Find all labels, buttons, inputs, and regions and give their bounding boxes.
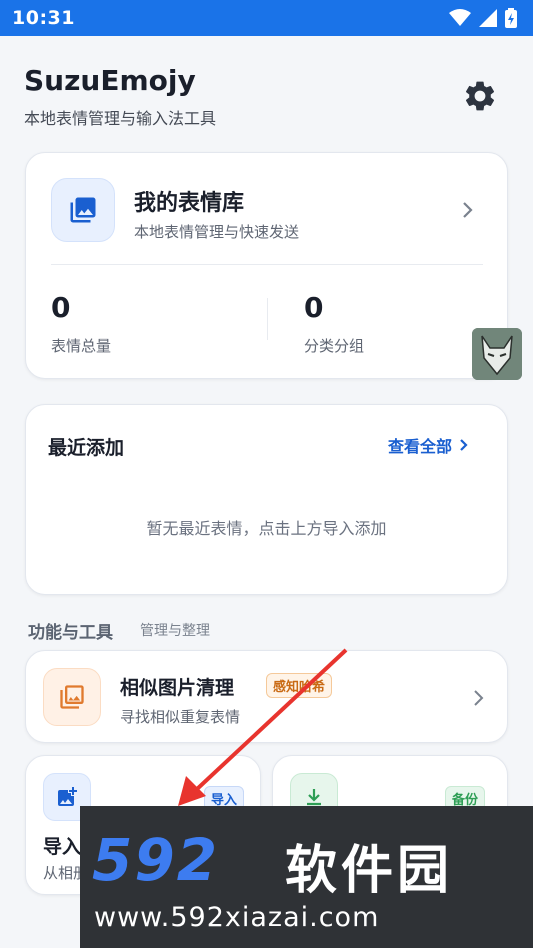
watermark-url: www.592xiazai.com: [94, 902, 380, 933]
status-icons: [449, 8, 517, 28]
library-subtitle: 本地表情管理与快速发送: [134, 223, 300, 241]
settings-button[interactable]: [462, 78, 498, 114]
stat-emoji-label: 表情总量: [51, 337, 112, 355]
recent-title: 最近添加: [48, 437, 125, 459]
stat-group-count: 0: [304, 291, 324, 324]
status-bar: 10:31: [0, 0, 533, 36]
library-card[interactable]: 我的表情库 本地表情管理与快速发送 0 表情总量 0 分类分组: [25, 152, 508, 379]
similar-clean-card[interactable]: 相似图片清理 感知哈希 寻找相似重复表情: [25, 650, 508, 743]
stat-emoji-count: 0: [51, 291, 71, 324]
app-header: SuzuEmojy 本地表情管理与输入法工具: [24, 64, 216, 129]
tools-section-subtitle: 管理与整理: [140, 623, 210, 639]
similar-title: 相似图片清理: [120, 677, 235, 699]
chevron-right-icon: [463, 202, 473, 218]
recent-card: 最近添加 查看全部 暂无最近表情，点击上方导入添加: [25, 404, 508, 595]
view-all-link[interactable]: 查看全部: [388, 433, 470, 457]
library-icon-box: [51, 178, 115, 242]
import-title: 导入: [43, 836, 82, 858]
chevron-right-icon: [474, 690, 484, 706]
recent-empty-text: 暂无最近表情，点击上方导入添加: [146, 519, 387, 538]
mask-avatar-icon: [472, 328, 522, 380]
floating-avatar[interactable]: [472, 328, 522, 380]
gear-icon: [465, 81, 495, 111]
divider: [51, 264, 483, 265]
add-photo-icon: [58, 787, 77, 806]
similar-badge: 感知哈希: [266, 673, 333, 698]
stat-group-label: 分类分组: [304, 337, 365, 355]
watermark-name: 软件园: [285, 841, 454, 901]
image-library-icon: [70, 197, 96, 223]
similar-icon-box: [43, 668, 101, 726]
similar-subtitle: 寻找相似重复表情: [120, 708, 241, 726]
library-title: 我的表情库: [134, 191, 245, 216]
view-all-label: 查看全部: [388, 437, 453, 456]
chevron-right-icon: [460, 439, 468, 451]
wifi-icon: [449, 9, 471, 26]
app-title: SuzuEmojy: [24, 64, 196, 97]
status-time: 10:31: [12, 7, 75, 29]
app-subtitle: 本地表情管理与输入法工具: [24, 109, 217, 128]
battery-icon: [505, 8, 517, 28]
stat-separator: [267, 298, 268, 340]
image-duplicate-icon: [60, 685, 84, 709]
watermark-logo: 592: [92, 826, 220, 894]
tools-section-title: 功能与工具: [28, 623, 113, 643]
signal-icon: [479, 9, 497, 27]
watermark-banner: 592 软件园 www.592xiazai.com: [80, 806, 533, 948]
